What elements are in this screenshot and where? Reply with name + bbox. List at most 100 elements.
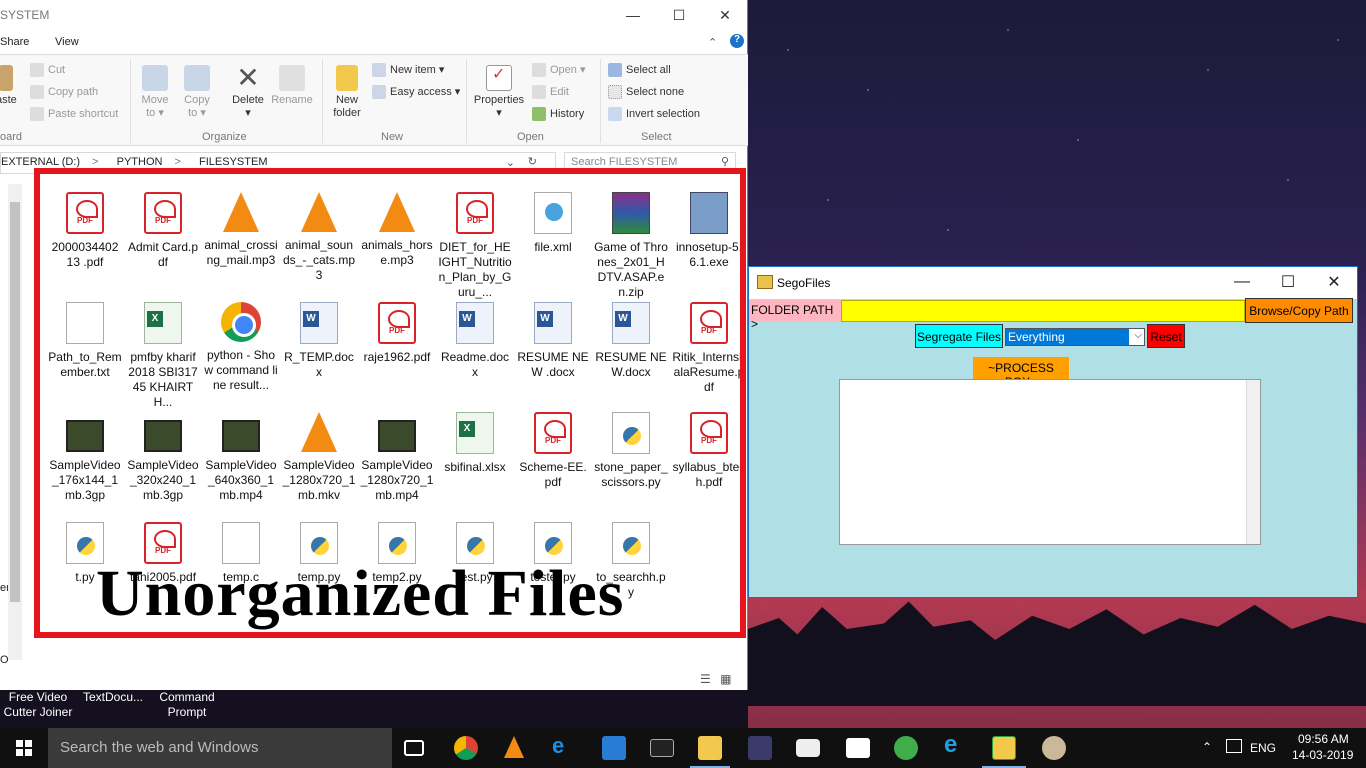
file-item[interactable]: SampleVideo_640x360_1mb.mp4 [202,412,280,522]
close-button[interactable]: ✕ [702,0,748,30]
scrollbar-thumb[interactable] [10,202,20,602]
file-item[interactable]: stone_paper_scissors.py [592,412,670,522]
action-center-icon[interactable] [1226,739,1242,753]
file-item[interactable]: python - Show command line result... [202,302,280,412]
file-item[interactable]: sbifinal.xlsx [436,412,514,522]
paint-icon[interactable] [1042,736,1066,760]
file-item[interactable]: Game of Thrones_2x01_HDTV.ASAP.en.zip [592,192,670,302]
copy-path-button[interactable]: Copy path [30,85,98,99]
file-item[interactable]: syllabus_btech.pdf [670,412,740,522]
chevron-up-icon[interactable]: ⌃ [1202,740,1212,754]
file-explorer-icon[interactable] [698,736,722,760]
select-none-button[interactable]: Select none [608,85,684,99]
process-box-textarea[interactable] [839,379,1261,545]
paste-shortcut-button[interactable]: Paste shortcut [30,107,118,121]
file-item[interactable]: RESUME NEW .docx [514,302,592,412]
cut-button[interactable]: Cut [30,63,65,77]
language-indicator[interactable]: ENG [1250,741,1276,755]
browse-copy-path-button[interactable]: Browse/Copy Path [1245,298,1353,323]
vlc-icon[interactable] [504,736,524,758]
desktop-shortcut[interactable]: Command Prompt [150,690,224,720]
breadcrumb-drive[interactable]: EXTERNAL (D:) [1,156,80,168]
history-button[interactable]: History [532,107,584,121]
move-to-button[interactable]: Move to ▾ [138,65,172,120]
breadcrumb-filesystem[interactable]: FILESYSTEM [199,156,267,168]
folder-path-input[interactable] [841,300,1245,322]
properties-button[interactable]: ✓ Properties ▾ [472,65,526,120]
tab-view[interactable]: View [55,36,79,48]
video-file-icon [222,420,260,452]
file-item[interactable]: animals_horse.mp3 [358,192,436,302]
file-item[interactable]: RESUME NEW.docx [592,302,670,412]
file-item[interactable]: Admit Card.pdf [124,192,202,302]
desktop-shortcut[interactable]: TextDocu... [82,690,144,705]
filter-selected-value: Everything [1006,329,1129,345]
edge-icon[interactable]: e [552,733,576,758]
chrome-icon[interactable] [454,736,478,760]
details-view-icon[interactable]: ☰ [700,672,711,686]
file-item[interactable]: innosetup-5.6.1.exe [670,192,740,302]
new-folder-button[interactable]: New folder [328,65,366,120]
chevron-down-icon[interactable]: ⌵ [1134,330,1142,341]
file-item[interactable]: 2000034402 13 .pdf [46,192,124,302]
ie-icon[interactable]: e [944,731,968,758]
media-icon[interactable] [748,736,772,760]
file-item[interactable]: Ritik_InternshalaResume.pdf [670,302,740,412]
file-item[interactable]: raje1962.pdf [358,302,436,412]
file-item[interactable]: SampleVideo_320x240_1mb.3gp [124,412,202,522]
sego-folder-icon[interactable] [992,736,1016,760]
file-item[interactable]: Readme.docx [436,302,514,412]
file-item[interactable]: file.xml [514,192,592,302]
help-icon[interactable]: ? [730,34,744,48]
paste-button[interactable]: aste [0,65,17,107]
globe-icon[interactable] [894,736,918,760]
file-name: pmfby kharif 2018 SBI31745 KHAIRTH... [128,350,198,409]
select-all-button[interactable]: Select all [608,63,671,77]
store-icon[interactable] [846,738,870,758]
maximize-button[interactable]: ☐ [1265,267,1311,297]
camera-icon[interactable] [796,739,820,757]
vscode-icon[interactable] [602,736,626,760]
file-item[interactable]: SampleVideo_1280x720_1mb.mkv [280,412,358,522]
file-item[interactable]: pmfby kharif 2018 SBI31745 KHAIRTH... [124,302,202,412]
edit-button[interactable]: Edit [532,85,569,99]
reset-button[interactable]: Reset [1147,324,1185,348]
invert-selection-button[interactable]: Invert selection [608,107,700,121]
tab-share[interactable]: Share [0,36,29,48]
breadcrumb-python[interactable]: PYTHON [117,156,163,168]
file-item[interactable]: SampleVideo_1280x720_1mb.mp4 [358,412,436,522]
open-button[interactable]: Open ▾ [532,63,586,77]
xml-file-icon [534,192,572,234]
task-view-icon[interactable] [404,740,424,756]
refresh-icon[interactable]: ↻ [528,155,537,168]
start-button[interactable] [0,728,48,768]
minimize-button[interactable]: — [610,0,656,30]
file-item[interactable]: SampleVideo_176x144_1mb.3gp [46,412,124,522]
file-item[interactable]: Scheme-EE.pdf [514,412,592,522]
new-item-button[interactable]: New item ▾ [372,63,444,77]
taskbar-search-box[interactable]: Search the web and Windows [48,728,392,768]
delete-button[interactable]: ✕ Delete ▾ [228,64,268,120]
large-icons-view-icon[interactable]: ▦ [720,672,731,686]
navigation-scrollbar[interactable] [8,184,22,660]
segregate-files-button[interactable]: Segregate Files [915,324,1003,348]
file-name: Admit Card.pdf [127,240,199,269]
clock-time[interactable]: 09:56 AM [1298,732,1349,746]
file-item[interactable]: animal_crossing_mail.mp3 [202,192,280,302]
minimize-button[interactable]: — [1219,267,1265,297]
process-box-scrollbar[interactable] [1246,380,1260,544]
collapse-ribbon-icon[interactable]: ⌃ [708,36,717,49]
cmd-icon[interactable] [650,739,674,757]
file-item[interactable]: Path_to_Remember.txt [46,302,124,412]
file-item[interactable]: DIET_for_HEIGHT_Nutrition_Plan_by_Guru_.… [436,192,514,302]
maximize-button[interactable]: ☐ [656,0,702,30]
rename-button[interactable]: Rename [270,65,314,107]
easy-access-button[interactable]: Easy access ▾ [372,85,460,99]
desktop-shortcut[interactable]: Free Video Cutter Joiner [2,690,74,720]
filter-dropdown[interactable]: Everything ⌵ [1005,328,1145,346]
file-item[interactable]: R_TEMP.docx [280,302,358,412]
close-button[interactable]: ✕ [1311,267,1357,297]
copy-to-button[interactable]: Copy to ▾ [180,65,214,120]
file-item[interactable]: animal_sounds_-_cats.mp3 [280,192,358,302]
clock-date[interactable]: 14-03-2019 [1292,748,1353,762]
